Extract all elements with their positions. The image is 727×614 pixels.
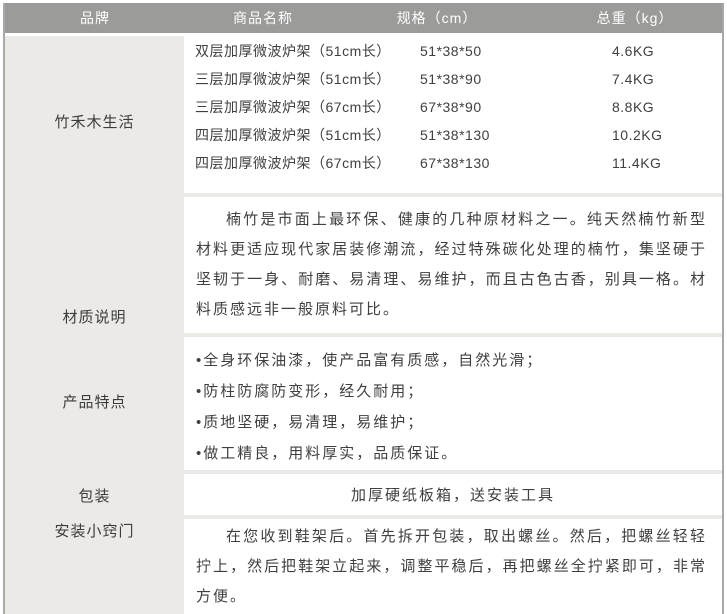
- spec-table: 品牌 商品名称 规格（cm） 总重（kg） 竹禾木生活 材质说明 产品特点 包装…: [3, 3, 724, 614]
- column-header-weight: 总重（kg）: [597, 8, 674, 28]
- install-tips-text: 在您收到鞋架后。首先拆开包装，取出螺丝。然后，把螺丝轻轻拧上，然后把鞋架立起来，…: [184, 519, 722, 614]
- material-section-label: 材质说明: [5, 307, 184, 329]
- table-content-column: 双层加厚微波炉架（51cm长） 51*38*50 4.6KG 三层加厚微波炉架（…: [184, 36, 722, 614]
- product-list-section: 双层加厚微波炉架（51cm长） 51*38*50 4.6KG 三层加厚微波炉架（…: [184, 36, 722, 193]
- product-name: 三层加厚微波炉架（51cm长）: [184, 69, 420, 89]
- product-weight: 4.6KG: [612, 43, 722, 59]
- product-features-section: •全身环保油漆，使产品富有质感，自然光滑； •防柱防腐防变形，经久耐用； •质地…: [184, 337, 722, 470]
- product-weight: 7.4KG: [612, 71, 722, 87]
- product-name: 四层加厚微波炉架（67cm长）: [184, 153, 420, 173]
- table-row: 四层加厚微波炉架（67cm长） 67*38*130 11.4KG: [184, 149, 722, 177]
- product-spec: 67*38*130: [420, 155, 612, 171]
- feature-bullet: •质地坚硬，易清理，易维护；: [196, 407, 722, 438]
- product-spec: 51*38*50: [420, 43, 612, 59]
- install-section-label: 安装小窍门: [5, 521, 184, 543]
- packaging-text: 加厚硬纸板箱，送安装工具: [184, 474, 722, 515]
- product-name: 三层加厚微波炉架（67cm长）: [184, 97, 420, 117]
- product-name: 双层加厚微波炉架（51cm长）: [184, 41, 420, 61]
- product-weight: 10.2KG: [612, 127, 722, 143]
- table-body: 竹禾木生活 材质说明 产品特点 包装 安装小窍门 双层加厚微波炉架（51cm长）…: [5, 36, 722, 614]
- feature-bullet: •做工精良，用料厚实，品质保证。: [196, 438, 722, 469]
- feature-bullet: •全身环保油漆，使产品富有质感，自然光滑；: [196, 345, 722, 376]
- features-section-label: 产品特点: [5, 392, 184, 414]
- brand-name-label: 竹禾木生活: [5, 112, 184, 134]
- row-label-column: 竹禾木生活 材质说明 产品特点 包装 安装小窍门: [5, 36, 184, 614]
- table-row: 四层加厚微波炉架（51cm长） 51*38*130 10.2KG: [184, 121, 722, 149]
- product-spec-page: 品牌 商品名称 规格（cm） 总重（kg） 竹禾木生活 材质说明 产品特点 包装…: [0, 0, 727, 614]
- table-row: 三层加厚微波炉架（67cm长） 67*38*90 8.8KG: [184, 93, 722, 121]
- material-description-text: 楠竹是市面上最环保、健康的几种原材料之一。纯天然楠竹新型材料更适应现代家居装修潮…: [184, 197, 722, 333]
- product-weight: 8.8KG: [612, 99, 722, 115]
- table-row: 三层加厚微波炉架（51cm长） 51*38*90 7.4KG: [184, 65, 722, 93]
- product-spec: 67*38*90: [420, 99, 612, 115]
- table-row: 双层加厚微波炉架（51cm长） 51*38*50 4.6KG: [184, 37, 722, 65]
- column-header-name: 商品名称: [233, 8, 293, 28]
- product-spec: 51*38*90: [420, 71, 612, 87]
- product-spec: 51*38*130: [420, 127, 612, 143]
- feature-bullet: •防柱防腐防变形，经久耐用；: [196, 376, 722, 407]
- packaging-section-label: 包装: [5, 486, 184, 508]
- product-name: 四层加厚微波炉架（51cm长）: [184, 125, 420, 145]
- table-header-row: 品牌 商品名称 规格（cm） 总重（kg）: [5, 3, 722, 33]
- column-header-brand: 品牌: [80, 8, 110, 28]
- column-header-spec: 规格（cm）: [397, 8, 478, 28]
- product-weight: 11.4KG: [612, 155, 722, 171]
